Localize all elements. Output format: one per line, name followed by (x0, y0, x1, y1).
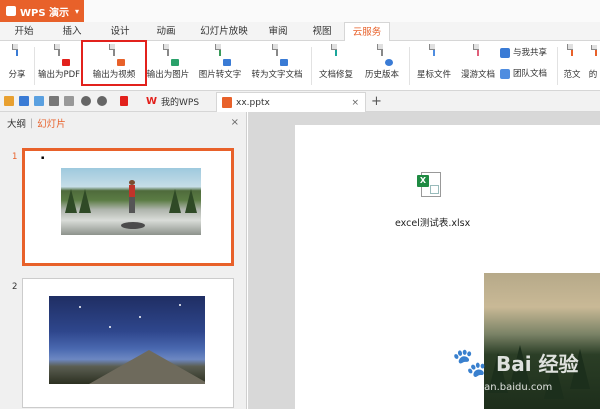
templates-button[interactable]: 范文 (561, 44, 583, 87)
slide-number: 2 (12, 282, 18, 292)
app-menu-button[interactable]: WPS 演示 ▾ (0, 0, 84, 22)
image-to-text-button[interactable]: 图片转文字 (196, 44, 244, 87)
roaming-docs-button[interactable]: 漫游文档 (457, 44, 499, 87)
tab-outline[interactable]: 大纲 (7, 116, 26, 130)
tab-home[interactable]: 开始 (4, 22, 44, 41)
tab-review[interactable]: 审阅 (258, 22, 298, 41)
pptx-icon (222, 97, 232, 108)
ribbon-separator (409, 47, 410, 85)
team-docs-button[interactable]: 团队文档 (500, 67, 547, 81)
starred-files-button[interactable]: 星标文件 (413, 44, 455, 87)
paw-logo-icon: 🐾 (452, 346, 487, 379)
close-panel-icon[interactable]: × (231, 117, 239, 128)
template-icon (563, 44, 581, 65)
tab-insert[interactable]: 插入 (52, 22, 92, 41)
slide-thumbnail-2[interactable] (22, 278, 234, 408)
ribbon-separator (311, 47, 312, 85)
tab-cloud-service[interactable]: 云服务 (344, 22, 390, 42)
pdf-icon (50, 44, 70, 66)
team-icon (500, 69, 510, 79)
panel-header: 大纲 | 幻灯片 × (0, 112, 247, 134)
tab-slideshow[interactable]: 幻灯片放映 (192, 22, 256, 41)
attachment-filename: excel测试表.xlsx (395, 218, 471, 229)
roaming-folder-icon (469, 44, 487, 65)
tab-animation[interactable]: 动画 (146, 22, 186, 41)
slide-thumbnail-1[interactable]: ▪ (22, 148, 234, 266)
ribbon-tabs: 开始 插入 设计 动画 幻灯片放映 审阅 视图 云服务 (0, 22, 600, 42)
chevron-down-icon: ▾ (75, 6, 80, 16)
history-icon (373, 44, 393, 66)
history-version-button[interactable]: 历史版本 (360, 44, 404, 87)
slide-2-photo (49, 296, 205, 384)
export-icon[interactable] (34, 96, 44, 106)
convert-icon (268, 44, 288, 66)
highlight-box (81, 40, 147, 86)
new-tab-icon[interactable]: + (371, 94, 382, 109)
print-icon[interactable] (49, 96, 59, 106)
tab-slides[interactable]: 幻灯片 (37, 116, 66, 130)
shared-with-me-button[interactable]: 与我共享 (500, 46, 547, 60)
baidu-watermark: 🐾 Bai 经验 jingyan.baidu.com (452, 346, 579, 393)
open-folder-icon[interactable] (4, 96, 14, 106)
undo-icon[interactable] (81, 96, 91, 106)
tab-my-wps[interactable]: W 我的WPS (142, 93, 214, 110)
share-icon (8, 44, 26, 65)
repair-icon (327, 44, 345, 65)
more-icon (587, 45, 599, 65)
print-preview-icon[interactable] (64, 96, 74, 106)
save-icon[interactable] (19, 96, 29, 106)
more-button[interactable]: 的 (587, 45, 599, 87)
excel-attachment-icon[interactable]: X (417, 172, 443, 198)
slide-panel: 大纲 | 幻灯片 × 1 ▪ 2 (0, 112, 247, 409)
quick-access-toolbar: W 我的WPS xx.pptx × + (0, 91, 600, 112)
export-pdf-button[interactable]: 输出为PDF (37, 44, 81, 87)
share-button[interactable]: 分享 (3, 44, 31, 87)
wps-logo-icon (6, 6, 16, 16)
export-image-button[interactable]: 输出为图片 (145, 44, 191, 87)
convert-to-text-doc-button[interactable]: 转为文字文档 (248, 44, 306, 87)
slide-1-photo (61, 168, 201, 235)
panel-divider: | (30, 117, 34, 129)
person-figure (129, 180, 135, 216)
app-title: WPS 演示 (20, 7, 70, 19)
tab-view[interactable]: 视图 (302, 22, 342, 41)
ribbon-separator (34, 47, 35, 85)
ribbon-separator (557, 47, 558, 85)
image-icon (159, 44, 179, 66)
redo-icon[interactable] (97, 96, 107, 106)
slide-number: 1 (12, 152, 18, 162)
pin-icon[interactable] (120, 96, 128, 106)
doc-repair-button[interactable]: 文档修复 (315, 44, 357, 87)
wps-w-icon: W (146, 96, 158, 107)
tab-document[interactable]: xx.pptx × (216, 92, 366, 112)
ocr-icon (211, 44, 231, 66)
title-bar: WPS 演示 ▾ (0, 0, 600, 22)
star-folder-icon (425, 44, 443, 65)
tab-design[interactable]: 设计 (100, 22, 140, 41)
attachment-mini-icon: ▪ (41, 155, 45, 161)
close-tab-icon[interactable]: × (351, 98, 359, 108)
shared-icon (500, 48, 510, 58)
